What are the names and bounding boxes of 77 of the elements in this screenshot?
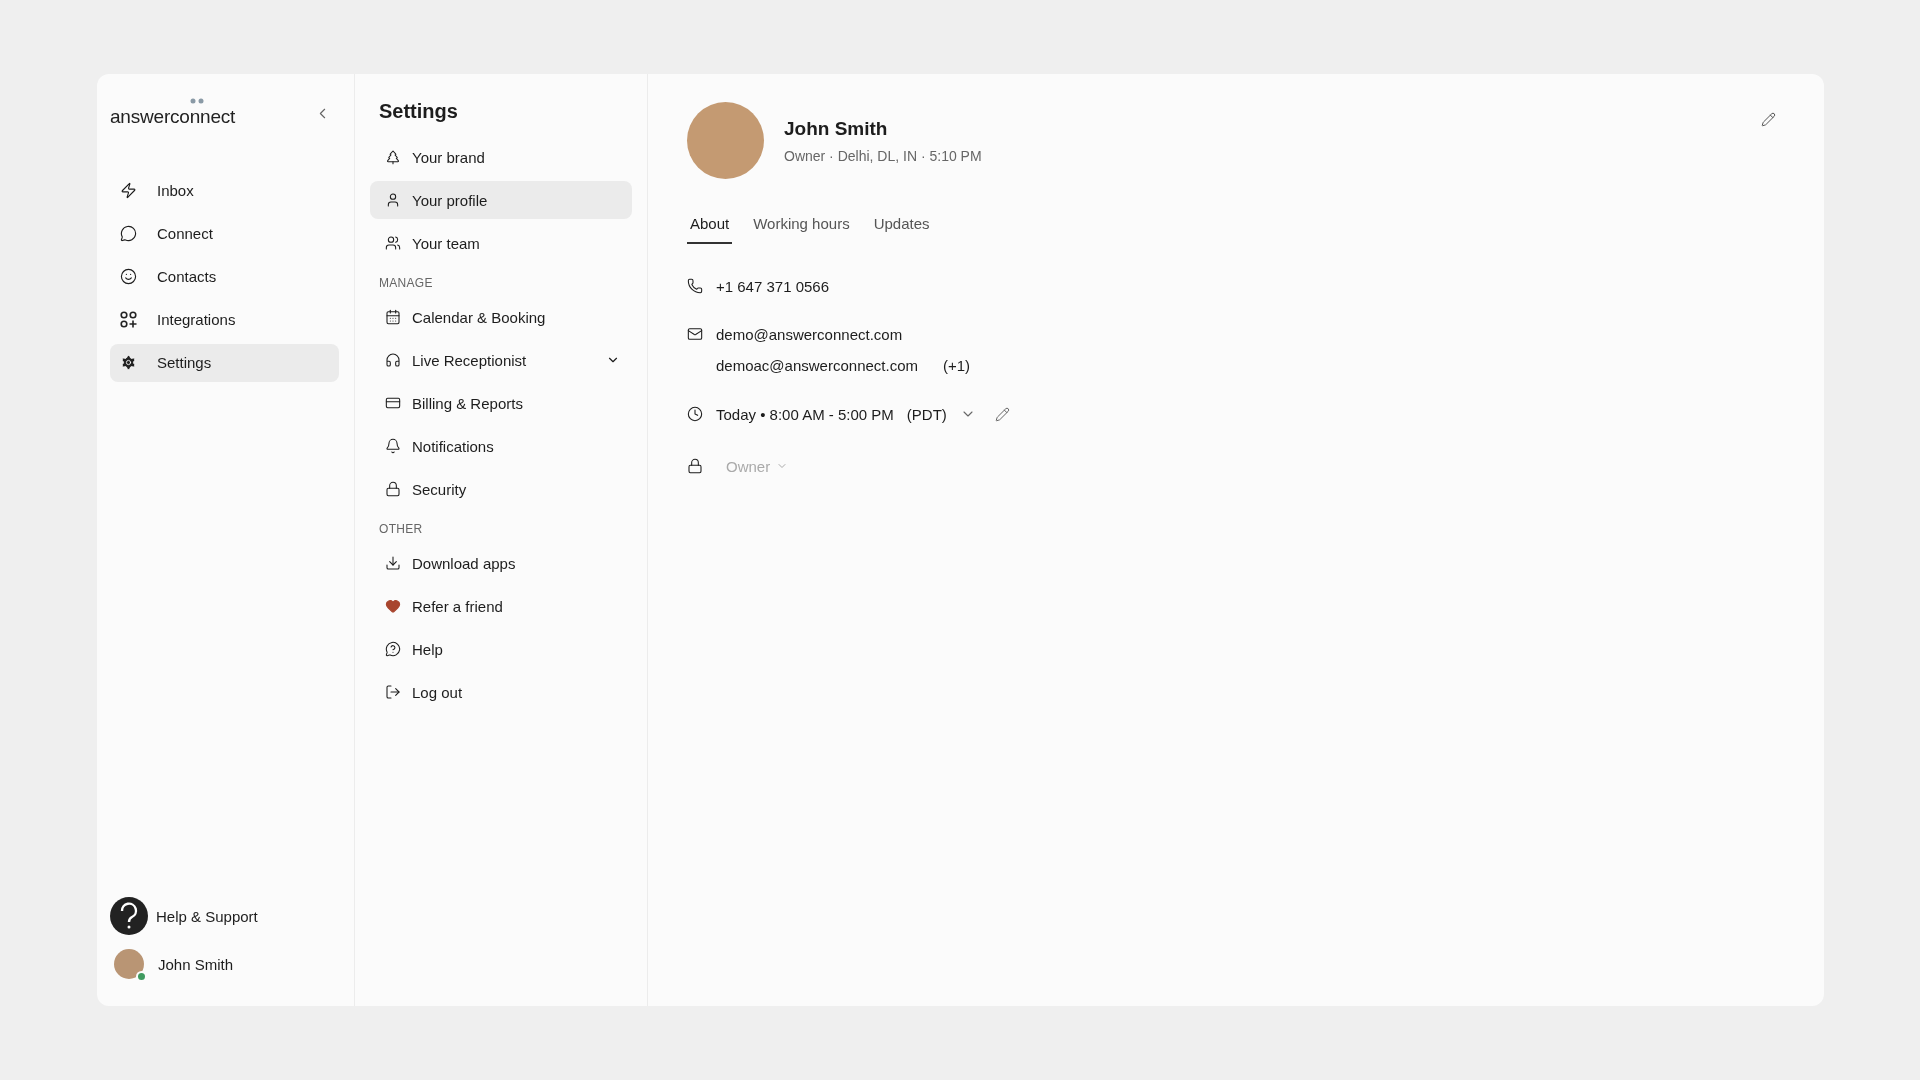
pencil-icon (1761, 112, 1776, 127)
lock-icon (385, 481, 401, 497)
profile-subtitle: Owner · Delhi, DL, IN · 5:10 PM (784, 147, 982, 164)
menu-label: Live Receptionist (412, 351, 528, 369)
menu-label: Log out (412, 683, 464, 701)
section-heading: MANAGE (379, 276, 434, 290)
menu-label: Refer a friend (412, 597, 504, 615)
help-icon[interactable] (110, 897, 148, 935)
menu-item[interactable]: Your team (370, 224, 632, 262)
menu-item[interactable]: Billing & Reports (370, 384, 632, 422)
more-count[interactable]: (+1) (943, 357, 971, 374)
menu-item[interactable]: Download apps (370, 544, 632, 582)
tree-icon (385, 149, 401, 165)
menu-item[interactable]: Calendar & Booking (370, 298, 632, 336)
phone-icon (687, 278, 703, 294)
timezone: (PDT) (906, 405, 947, 423)
mail-icon (687, 326, 703, 342)
edit-button[interactable] (1761, 112, 1776, 127)
menu-label: Notifications (412, 437, 495, 455)
chat-bubble-icon (120, 225, 137, 243)
tab[interactable]: Working hours (750, 209, 853, 244)
menu-label: Calendar & Booking (412, 308, 547, 326)
menu-label: Your profile (412, 191, 489, 209)
nav-label: Inbox (157, 182, 194, 200)
help-support-link[interactable]: Help & Support (156, 907, 258, 925)
clock-icon (687, 406, 703, 422)
nav-label: Integrations (157, 311, 236, 329)
menu-item[interactable]: Notifications (370, 427, 632, 465)
section-heading: OTHER (379, 522, 424, 536)
menu-item[interactable]: Your profile (370, 181, 632, 219)
email-address: demoac@answerconnect.com (716, 357, 918, 374)
log-out-icon (385, 684, 401, 700)
menu-label: Your brand (412, 148, 486, 166)
menu-item[interactable]: Live Receptionist (370, 341, 632, 379)
menu-item[interactable]: Help (370, 630, 632, 668)
email-address: demo@answerconnect.com (716, 326, 903, 343)
schedule-text: Today • 8:00 AM - 5:00 PM (716, 405, 894, 423)
nav-item[interactable]: Contacts (110, 257, 339, 296)
menu-title: Settings (379, 100, 459, 123)
menu-item[interactable]: Refer a friend (370, 587, 632, 625)
tab[interactable]: About (687, 209, 733, 244)
nav-item[interactable]: Settings (110, 343, 339, 382)
menu-label: Your team (412, 234, 481, 252)
menu-label: Billing & Reports (412, 394, 524, 412)
edit-schedule-button[interactable] (994, 406, 1010, 422)
user-name[interactable]: John Smith (158, 955, 234, 973)
nav-label: Connect (157, 225, 213, 243)
menu-item[interactable]: Security (370, 470, 632, 508)
nav-label: Settings (157, 354, 212, 372)
nav-item[interactable]: Integrations (110, 300, 339, 339)
nav-label: Contacts (157, 268, 217, 286)
heart-icon (385, 598, 401, 614)
lock-icon (687, 458, 703, 474)
grid-plus-icon (120, 311, 137, 329)
menu-item[interactable]: Log out (370, 673, 632, 711)
phone-number: +1 647 371 0566 (716, 277, 830, 295)
smiley-icon (120, 268, 137, 286)
profile-name: John Smith (784, 117, 889, 140)
pencil-icon (994, 406, 1010, 422)
settings-icon (120, 354, 137, 372)
download-icon (385, 555, 401, 571)
headset-icon (385, 352, 401, 368)
nav-item[interactable]: Inbox (110, 171, 339, 210)
help-icon (385, 641, 401, 657)
bell-icon (385, 438, 401, 454)
tab[interactable]: Updates (870, 209, 933, 244)
menu-label: Security (412, 480, 468, 498)
logo: answerconnect (110, 98, 236, 130)
card-icon (385, 395, 401, 411)
menu-label: Help (412, 640, 444, 658)
nav-item[interactable]: Connect (110, 214, 339, 253)
calendar-icon (385, 309, 401, 325)
user-icon (385, 192, 401, 208)
menu-label: Download apps (412, 554, 517, 572)
lightning-icon (120, 182, 137, 200)
users-icon (385, 235, 401, 251)
menu-item[interactable]: Your brand (370, 138, 632, 176)
